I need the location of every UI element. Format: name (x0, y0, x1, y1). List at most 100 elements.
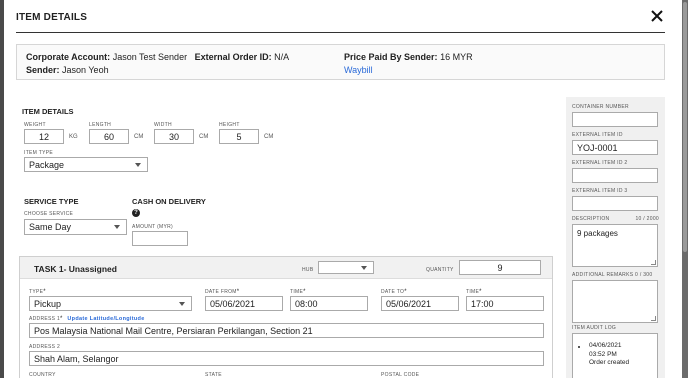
required-mark: * (303, 289, 306, 295)
additional-remarks-label-wrap: ADDITIONAL REMARKS 0 / 300 (572, 272, 652, 278)
description-counter: 10 / 2000 (635, 216, 659, 222)
task-type-label: TYPE (29, 289, 44, 295)
waybill-link[interactable]: Waybill (344, 65, 373, 75)
hub-label: HUB (302, 267, 314, 273)
required-mark: * (404, 289, 407, 295)
chevron-down-icon (179, 301, 185, 306)
item-audit-log: 04/06/2021 03:52 PM Order created (572, 333, 658, 378)
state-label: STATE (205, 372, 222, 378)
task-title: TASK 1- Unassigned (34, 264, 117, 274)
task-header: TASK 1- Unassigned HUB QUANTITY 9 (20, 257, 552, 279)
height-label: HEIGHT (219, 122, 240, 128)
description-textarea[interactable]: 9 packages (572, 224, 658, 267)
item-details-modal: ITEM DETAILS Corporate Account: Jason Te… (4, 0, 682, 378)
height-unit: CM (264, 134, 274, 140)
scrollbar-thumb[interactable] (683, 2, 687, 252)
audit-event: Order created (589, 359, 630, 366)
service-type-select[interactable]: Same Day (24, 219, 127, 235)
close-icon[interactable] (649, 8, 665, 24)
service-type-value: Same Day (29, 222, 72, 232)
external-order-label: External Order ID: (194, 52, 272, 62)
time-to-label: TIME (466, 289, 480, 295)
height-input[interactable]: 5 (219, 129, 259, 144)
length-label: LENGTH (89, 122, 112, 128)
address2-input[interactable]: Shah Alam, Selangor (29, 351, 544, 366)
container-number-input[interactable] (572, 112, 658, 127)
chevron-down-icon (361, 265, 367, 270)
date-to-input[interactable]: 05/06/2021 (381, 296, 459, 311)
modal-title: ITEM DETAILS (16, 12, 88, 23)
sender-value: Jason Yeoh (62, 65, 109, 75)
audit-time: 03:52 PM (589, 350, 617, 358)
additional-remarks-label: ADDITIONAL REMARKS (572, 272, 634, 278)
address1-label: ADDRESS 1 (29, 316, 61, 322)
corporate-account-value: Jason Test Sender (112, 52, 188, 62)
width-input[interactable]: 30 (154, 129, 194, 144)
item-type-value: Package (29, 159, 65, 170)
external-item-id-input[interactable]: YOJ-0001 (572, 140, 658, 155)
width-unit: CM (199, 134, 209, 140)
external-item-id-2-label: EXTERNAL ITEM ID 2 (572, 160, 628, 166)
date-from-label: DATE FROM (205, 289, 237, 295)
time-from-label-wrap: TIME* (290, 289, 306, 295)
task-type-label-wrap: TYPE* (29, 289, 46, 295)
cash-on-delivery-heading: CASH ON DELIVERY (132, 197, 206, 206)
description-value: 9 packages (577, 229, 618, 238)
length-input[interactable]: 60 (89, 129, 129, 144)
update-lat-long-link[interactable]: Update Latitude/Longitude (67, 316, 144, 322)
item-type-select[interactable]: Package (24, 157, 148, 172)
chevron-down-icon (135, 162, 141, 167)
time-to-label-wrap: TIME* (466, 289, 482, 295)
task-type-value: Pickup (34, 298, 62, 309)
chevron-down-icon (114, 225, 120, 229)
address2-label: ADDRESS 2 (29, 344, 61, 350)
weight-unit: KG (69, 134, 78, 140)
hub-select[interactable] (318, 261, 374, 274)
description-label: DESCRIPTION (572, 216, 610, 222)
external-order-value: N/A (274, 52, 290, 62)
external-item-id-3-input[interactable] (572, 196, 658, 211)
audit-entry: 04/06/2021 03:52 PM Order created (589, 342, 629, 368)
weight-label: WEIGHT (24, 122, 46, 128)
sender-label: Sender: (26, 65, 60, 75)
quantity-input[interactable]: 9 (459, 260, 541, 275)
date-to-label: DATE TO (381, 289, 405, 295)
remarks-counter: 0 / 300 (635, 272, 653, 278)
service-type-heading: SERVICE TYPE (24, 197, 79, 206)
width-label: WIDTH (154, 122, 172, 128)
time-to-input[interactable]: 17:00 (466, 296, 544, 311)
item-details-heading: ITEM DETAILS (22, 107, 74, 116)
cod-amount-input[interactable] (132, 231, 188, 246)
required-mark: * (60, 316, 63, 322)
page-scrollbar[interactable] (682, 0, 688, 378)
task-card: TASK 1- Unassigned HUB QUANTITY 9 TYPE* … (19, 256, 553, 378)
task-type-select[interactable]: Pickup (29, 296, 192, 311)
cod-amount-label: AMOUNT (MYR) (132, 224, 174, 230)
date-from-label-wrap: DATE FROM* (205, 289, 239, 295)
audit-date: 04/06/2021 (589, 342, 622, 349)
date-to-label-wrap: DATE TO* (381, 289, 407, 295)
external-item-id-3-label: EXTERNAL ITEM ID 3 (572, 188, 628, 194)
item-type-label: ITEM TYPE (24, 150, 54, 156)
help-icon[interactable]: ? (132, 209, 140, 217)
item-audit-log-label: ITEM AUDIT LOG (572, 325, 617, 331)
address1-input[interactable]: Pos Malaysia National Mail Centre, Persi… (29, 323, 544, 338)
choose-service-label: CHOOSE SERVICE (24, 211, 74, 217)
required-mark: * (479, 289, 482, 295)
country-label: COUNTRY (29, 372, 56, 378)
item-sidebar: CONTAINER NUMBER EXTERNAL ITEM ID YOJ-00… (566, 97, 665, 378)
length-unit: CM (134, 134, 144, 140)
resize-handle-icon[interactable] (651, 260, 656, 265)
time-from-label: TIME (290, 289, 304, 295)
price-paid-value: 16 MYR (440, 52, 473, 62)
resize-handle-icon[interactable] (651, 316, 656, 321)
order-summary-box: Corporate Account: Jason Test Sender Ext… (16, 44, 665, 80)
weight-input[interactable]: 12 (24, 129, 64, 144)
additional-remarks-textarea[interactable] (572, 280, 658, 323)
date-from-input[interactable]: 05/06/2021 (205, 296, 283, 311)
time-from-input[interactable]: 08:00 (290, 296, 368, 311)
quantity-label: QUANTITY (426, 267, 454, 273)
required-mark: * (43, 289, 46, 295)
external-item-id-2-input[interactable] (572, 168, 658, 183)
title-divider (16, 32, 665, 33)
